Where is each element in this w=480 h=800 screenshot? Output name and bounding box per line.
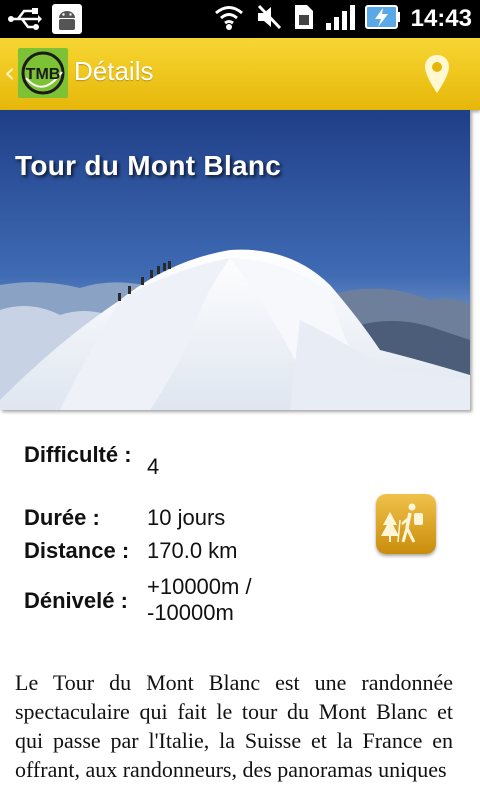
signal-icon (325, 3, 355, 35)
action-bar: ‹ TMB Détails (0, 38, 480, 110)
hike-button[interactable] (376, 494, 436, 554)
status-time: 14:43 (410, 5, 472, 32)
hero-image: Tour du Mont Blanc (0, 110, 470, 410)
elevation-label: Dénivelé : (24, 588, 128, 613)
back-chevron-icon[interactable]: ‹ (4, 58, 18, 88)
map-pin-icon[interactable] (424, 54, 450, 94)
distance-label: Distance : (24, 538, 130, 563)
description-text: Le Tour du Mont Blanc est une randonnée … (15, 670, 453, 782)
mute-icon (255, 3, 283, 35)
android-debug-icon (52, 4, 82, 38)
battery-charging-icon (364, 3, 401, 35)
logo-text: TMB (26, 66, 61, 83)
usb-icon (8, 5, 42, 37)
page-title: Détails (74, 56, 154, 86)
distance-value: 170.0 km (147, 538, 238, 563)
elevation-value: +10000m / -10000m (147, 574, 252, 625)
duration-value: 10 jours (147, 505, 226, 530)
sim-icon (293, 3, 315, 35)
wifi-icon (213, 3, 245, 35)
difficulty-label: Difficulté : (24, 442, 132, 467)
status-bar: 14:43 (0, 0, 480, 38)
difficulty-value: 4 (147, 454, 160, 479)
app-logo[interactable]: TMB (18, 48, 68, 98)
hero-title: Tour du Mont Blanc (15, 150, 282, 181)
duration-label: Durée : (24, 505, 100, 530)
hiker-icon (381, 503, 423, 543)
